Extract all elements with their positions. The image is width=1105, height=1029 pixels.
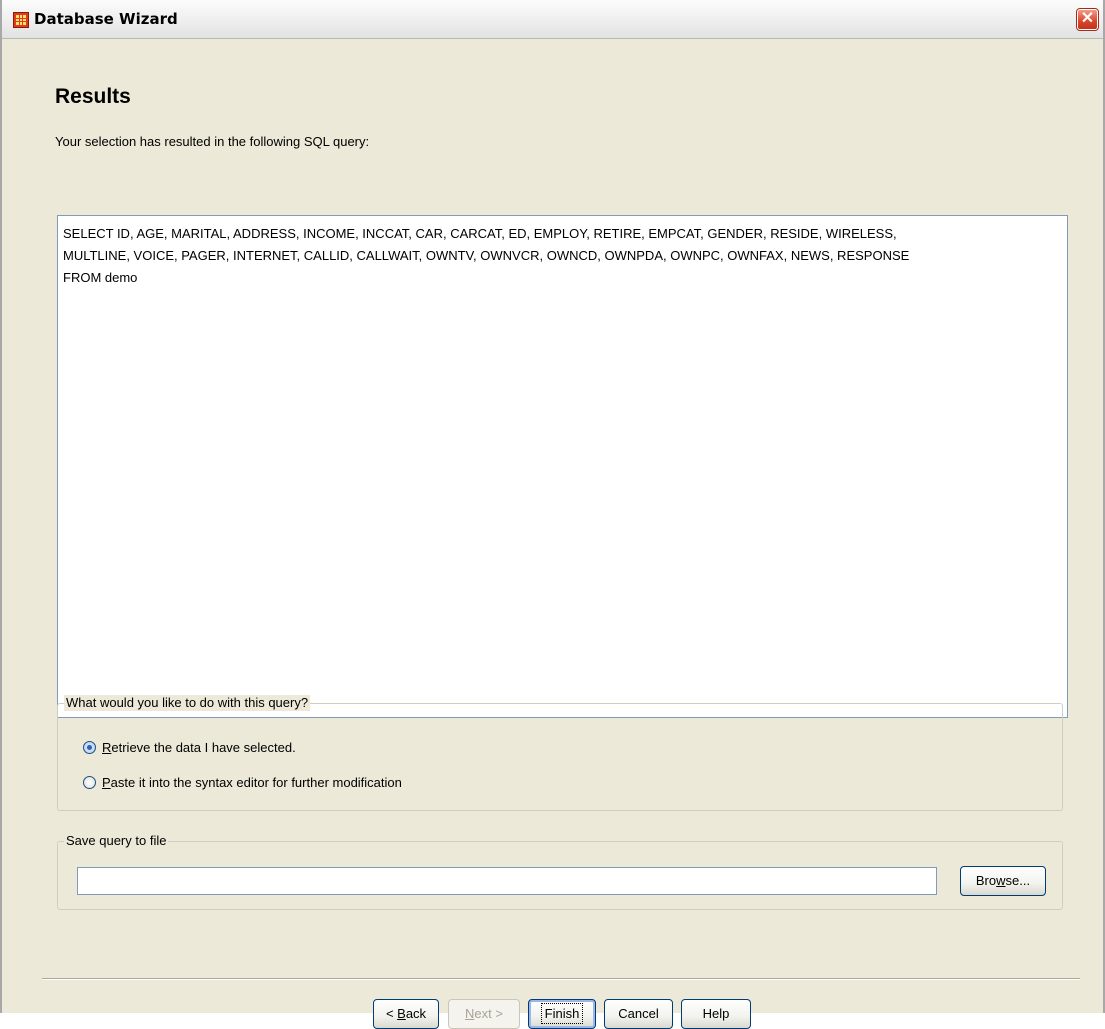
title-bar[interactable]: Database Wizard ✕: [2, 0, 1103, 39]
footer-divider: [42, 978, 1080, 980]
radio-selected-icon[interactable]: [83, 741, 96, 754]
finish-button[interactable]: Finish: [528, 999, 596, 1029]
save-query-legend: Save query to file: [64, 833, 169, 849]
page-title: Results: [55, 85, 131, 108]
database-wizard-window: Database Wizard ✕ Results Your selection…: [0, 0, 1105, 1029]
intro-text: Your selection has resulted in the follo…: [55, 134, 370, 149]
finish-label: Finish: [540, 1003, 584, 1024]
query-action-group: What would you like to do with this quer…: [57, 695, 1063, 811]
retrieve-data-label: Retrieve the data I have selected.: [102, 740, 296, 755]
paste-syntax-label: Paste it into the syntax editor for furt…: [102, 775, 402, 790]
next-button[interactable]: Next >: [448, 999, 520, 1029]
spreadsheet-grid-icon: [13, 12, 29, 28]
retrieve-data-option[interactable]: Retrieve the data I have selected.: [83, 740, 296, 755]
save-query-group: Save query to file Browse...: [57, 833, 1063, 910]
back-button[interactable]: < Back: [373, 999, 439, 1029]
radio-unselected-icon[interactable]: [83, 776, 96, 789]
cancel-button[interactable]: Cancel: [604, 999, 673, 1029]
close-icon[interactable]: ✕: [1076, 8, 1099, 31]
window-title: Database Wizard: [34, 10, 178, 28]
wizard-content: Results Your selection has resulted in t…: [2, 39, 1103, 1029]
query-action-legend: What would you like to do with this quer…: [64, 695, 311, 711]
paste-syntax-option[interactable]: Paste it into the syntax editor for furt…: [83, 775, 402, 790]
help-button[interactable]: Help: [681, 999, 751, 1029]
save-file-path-input[interactable]: [77, 867, 937, 895]
browse-button[interactable]: Browse...: [960, 866, 1046, 896]
sql-query-textarea[interactable]: SELECT ID, AGE, MARITAL, ADDRESS, INCOME…: [57, 215, 1068, 718]
